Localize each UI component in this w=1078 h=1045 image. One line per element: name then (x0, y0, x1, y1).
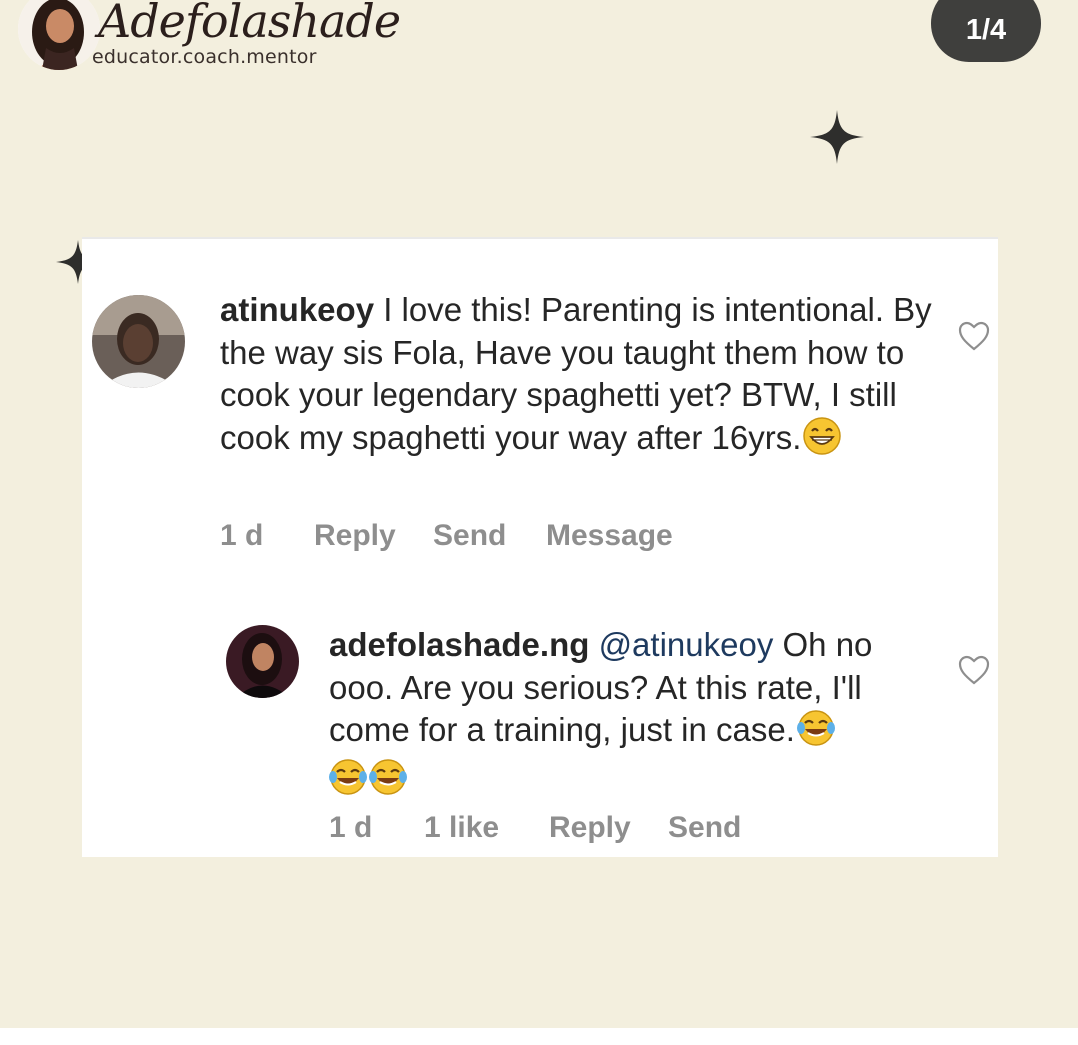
message-button[interactable]: Message (546, 519, 673, 553)
comment-body: atinukeoy I love this! Parenting is inte… (220, 289, 940, 465)
reply-body: adefolashade.ng @atinukeoy Oh no ooo. Ar… (329, 624, 929, 806)
reply-mention[interactable]: @atinukeoy (599, 626, 774, 663)
heart-icon[interactable] (958, 655, 990, 685)
send-button[interactable]: Send (433, 519, 506, 553)
comment-meta: 1 d Reply Send Message (220, 519, 920, 559)
comment-card: atinukeoy I love this! Parenting is inte… (82, 237, 998, 857)
comment-username[interactable]: atinukeoy (220, 291, 374, 328)
brand-script-name: Adefolashade (98, 0, 401, 48)
brand-avatar (18, 0, 100, 70)
sparkle-icon (810, 110, 864, 164)
likes-count[interactable]: 1 like (424, 811, 499, 845)
tears-of-joy-emoji (369, 758, 407, 807)
reply-username[interactable]: adefolashade.ng (329, 626, 589, 663)
page-indicator: 1/4 (931, 0, 1041, 62)
heart-icon[interactable] (958, 321, 990, 351)
reply-meta: 1 d 1 like Reply Send (329, 811, 889, 851)
avatar[interactable] (92, 295, 185, 388)
brand-logo: Adefolashade educator.coach.mentor (18, 0, 401, 83)
comment-time: 1 d (220, 519, 264, 552)
reply-time: 1 d (329, 811, 373, 844)
avatar[interactable] (226, 625, 299, 698)
brand-tagline: educator.coach.mentor (92, 46, 317, 68)
reply-button[interactable]: Reply (314, 519, 396, 553)
tears-of-joy-emoji (329, 758, 367, 807)
grinning-face-emoji (803, 416, 842, 466)
reply-button[interactable]: Reply (549, 811, 631, 845)
tears-of-joy-emoji (796, 709, 835, 758)
send-button[interactable]: Send (668, 811, 741, 845)
bottom-strip (0, 1028, 1078, 1045)
